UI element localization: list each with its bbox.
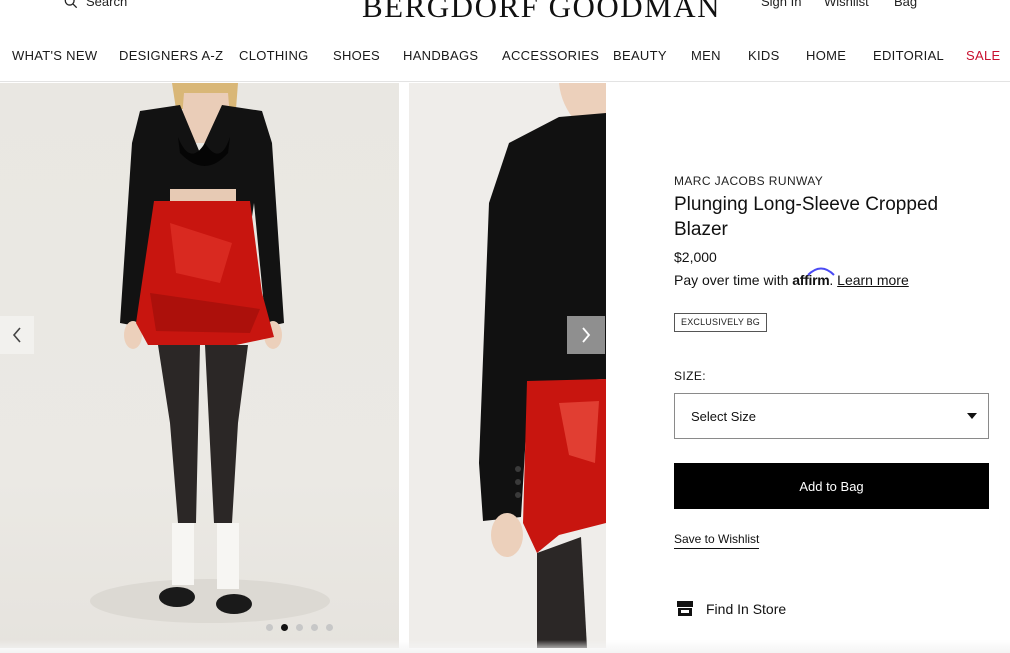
top-bar: Search BERGDORF GOODMAN Sign In Wishlist… <box>0 0 1010 30</box>
search-label: Search <box>86 0 128 9</box>
affirm-prefix: Pay over time with <box>674 272 793 288</box>
sign-in-link[interactable]: Sign In <box>761 0 801 9</box>
size-select-value: Select Size <box>691 409 757 424</box>
add-to-bag-button[interactable]: Add to Bag <box>674 463 989 509</box>
carousel-dot-active[interactable] <box>281 624 288 631</box>
gallery-prev-button[interactable] <box>0 316 34 354</box>
nav-item-editorial[interactable]: EDITORIAL <box>873 48 944 63</box>
carousel-dots <box>266 624 333 631</box>
bag-link[interactable]: Bag <box>894 0 917 9</box>
search-icon <box>64 0 78 8</box>
nav-item-whats-new[interactable]: WHAT'S NEW <box>12 48 97 63</box>
product-image-front[interactable] <box>0 83 399 648</box>
size-select[interactable]: Select Size <box>674 393 989 439</box>
product-price: $2,000 <box>674 249 717 265</box>
nav-item-home[interactable]: HOME <box>806 48 846 63</box>
nav-item-men[interactable]: MEN <box>691 48 721 63</box>
carousel-dot[interactable] <box>311 624 318 631</box>
nav-item-clothing[interactable]: CLOTHING <box>239 48 309 63</box>
nav-item-beauty[interactable]: BEAUTY <box>613 48 667 63</box>
product-image-side[interactable] <box>409 83 606 648</box>
carousel-dot[interactable] <box>266 624 273 631</box>
find-in-store-button[interactable]: Find In Store <box>676 600 786 617</box>
save-to-wishlist-link[interactable]: Save to Wishlist <box>674 532 760 549</box>
nav-item-designers[interactable]: DESIGNERS A-Z <box>119 48 223 63</box>
chevron-left-icon <box>12 327 21 343</box>
nav-item-shoes[interactable]: SHOES <box>333 48 380 63</box>
search-button[interactable]: Search <box>64 0 127 9</box>
gallery-next-button[interactable] <box>567 316 605 354</box>
find-in-store-label: Find In Store <box>706 600 787 617</box>
carousel-dot[interactable] <box>326 624 333 631</box>
caret-down-icon <box>967 413 977 419</box>
add-to-bag-label: Add to Bag <box>799 478 864 494</box>
size-label: SIZE: <box>674 369 707 383</box>
product-brand[interactable]: MARC JACOBS RUNWAY <box>674 174 823 188</box>
nav-item-kids[interactable]: KIDS <box>748 48 780 63</box>
product-gallery <box>0 83 606 648</box>
bottom-edge <box>0 640 1010 653</box>
nav-item-sale[interactable]: SALE <box>966 48 1000 63</box>
main-navigation: WHAT'S NEW DESIGNERS A-Z CLOTHING SHOES … <box>0 40 1010 82</box>
learn-more-link[interactable]: Learn more <box>837 272 909 288</box>
exclusive-badge: EXCLUSIVELY BG <box>674 313 768 332</box>
wishlist-link[interactable]: Wishlist <box>824 0 869 9</box>
carousel-dot[interactable] <box>296 624 303 631</box>
affirm-financing: Pay over time with affirm. Learn more <box>674 267 909 288</box>
product-title: Plunging Long-Sleeve Cropped Blazer <box>674 194 939 240</box>
nav-item-accessories[interactable]: ACCESSORIES <box>502 48 599 63</box>
store-icon <box>677 601 693 616</box>
chevron-right-icon <box>582 327 591 343</box>
nav-item-handbags[interactable]: HANDBAGS <box>403 48 478 63</box>
affirm-logo: affirm <box>792 267 835 288</box>
brand-logo[interactable]: BERGDORF GOODMAN <box>362 0 721 25</box>
